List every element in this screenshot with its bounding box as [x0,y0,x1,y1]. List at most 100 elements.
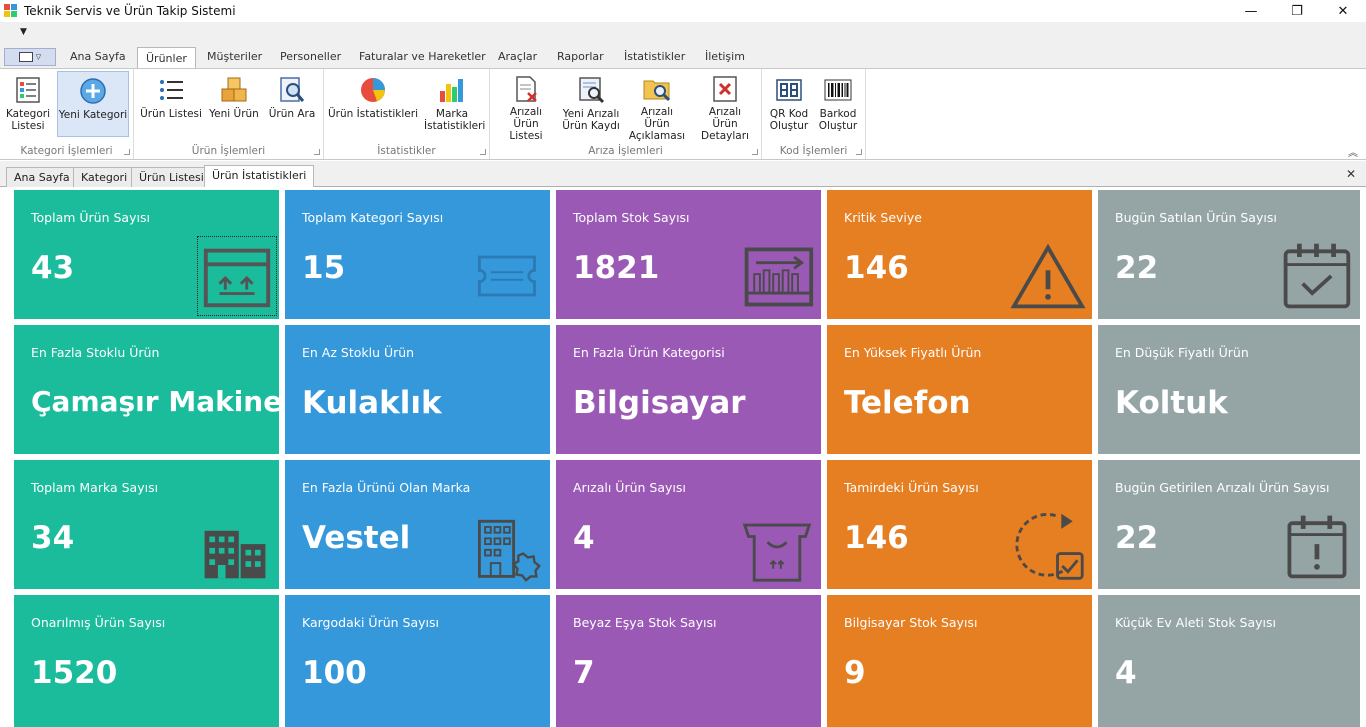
tile-value: 7 [573,655,595,691]
application-menu-button[interactable]: ▽ [4,48,56,66]
tile-toplam-kategori[interactable]: Toplam Kategori Sayısı 15 [285,190,550,319]
dialog-launcher-icon[interactable] [856,149,862,155]
tile-tamirdeki-urun[interactable]: Tamirdeki Ürün Sayısı 146 [827,460,1092,589]
tile-kritik-seviye[interactable]: Kritik Seviye 146 [827,190,1092,319]
doc-tab-ana-sayfa[interactable]: Ana Sayfa [6,167,78,187]
tile-value: Telefon [844,385,971,421]
urun-ara-button[interactable]: Ürün Ara [264,71,320,137]
dialog-launcher-icon[interactable] [480,149,486,155]
tile-toplam-marka[interactable]: Toplam Marka Sayısı 34 [14,460,279,589]
tile-bugun-getirilen[interactable]: Bugün Getirilen Arızalı Ürün Sayısı 22 [1098,460,1360,589]
folder-search-icon [641,74,673,104]
box-icon [197,236,277,316]
qr-kod-olustur-label: QR Kod Oluştur [769,108,809,132]
ticket-icon [466,238,546,314]
tile-value: Koltuk [1115,385,1228,421]
tile-label: Bilgisayar Stok Sayısı [844,615,978,630]
pie-chart-icon [357,74,389,106]
window-title: Teknik Servis ve Ürün Takip Sistemi [24,4,236,18]
maximize-button[interactable]: ❐ [1274,0,1320,22]
tile-label: En Fazla Ürün Kategorisi [573,345,725,360]
yeni-kategori-button[interactable]: Yeni Kategori [57,71,129,137]
tile-value: Çamaşır Makinesi [31,385,279,418]
tile-en-fazla-marka[interactable]: En Fazla Ürünü Olan Marka Vestel [285,460,550,589]
group-istatistikler: Ürün İstatistikleri Marka İstatistikleri… [324,69,490,159]
tile-label: En Yüksek Fiyatlı Ürün [844,345,982,360]
urun-istatistikleri-label: Ürün İstatistikleri [328,108,418,120]
tile-label: Onarılmış Ürün Sayısı [31,615,166,630]
ribbon-tab-strip: ▽ Ana Sayfa Ürünler Müşteriler Personell… [0,44,1366,69]
barkod-olustur-button[interactable]: Barkod Oluştur [816,71,860,137]
tile-value: 15 [302,250,346,286]
statistics-tiles: Toplam Ürün Sayısı 43 Toplam Kategori Sa… [0,187,1366,727]
kategori-listesi-label: Kategori Listesi [5,108,51,132]
group-kategori-islemleri: Kategori Listesi Yeni Kategori Kategori … [0,69,134,159]
tile-en-dusuk-fiyat[interactable]: En Düşük Fiyatlı Ürün Koltuk [1098,325,1360,454]
qr-code-icon [773,74,805,106]
doc-tab-kategori[interactable]: Kategori [73,167,136,187]
dialog-launcher-icon[interactable] [124,149,130,155]
tile-arizali-urun[interactable]: Arızalı Ürün Sayısı 4 [556,460,821,589]
minimize-button[interactable]: — [1228,0,1274,22]
tab-faturalar[interactable]: Faturalar ve Hareketler [359,50,486,63]
tile-value: Vestel [302,520,411,556]
dialog-launcher-icon[interactable] [314,149,320,155]
tile-onarilmis-urun[interactable]: Onarılmış Ürün Sayısı 1520 [14,595,279,727]
tab-musteriler[interactable]: Müşteriler [207,50,262,63]
tile-toplam-stok[interactable]: Toplam Stok Sayısı 1821 [556,190,821,319]
close-tab-icon[interactable]: ✕ [1346,167,1356,181]
group-urun-islemleri: Ürün Listesi Yeni Ürün Ürün Ara Ürün İşl… [134,69,324,159]
tab-raporlar[interactable]: Raporlar [557,50,604,63]
tile-en-fazla-stoklu[interactable]: En Fazla Stoklu Ürün Çamaşır Makinesi [14,325,279,454]
tile-toplam-urun[interactable]: Toplam Ürün Sayısı 43 [14,190,279,319]
doc-tab-urun-listesi[interactable]: Ürün Listesi [131,167,212,187]
category-list-icon [12,74,44,106]
urun-listesi-button[interactable]: Ürün Listesi [140,71,202,137]
arizali-urun-detaylari-button[interactable]: Arızalı Ürün Detayları [694,71,756,142]
quick-access-toolbar: ▼ [0,22,1366,44]
tile-value: Bilgisayar [573,385,746,421]
tile-bugun-satilan[interactable]: Bugün Satılan Ürün Sayısı 22 [1098,190,1360,319]
arizali-urun-listesi-label: Arızalı Ürün Listesi [509,106,543,142]
yeni-kategori-label: Yeni Kategori [58,109,128,121]
dialog-launcher-icon[interactable] [752,149,758,155]
group-label: Kod İşlemleri [779,145,848,157]
tile-beyaz-esya-stok[interactable]: Beyaz Eşya Stok Sayısı 7 [556,595,821,727]
tile-en-az-stoklu[interactable]: En Az Stoklu Ürün Kulaklık [285,325,550,454]
tile-label: En Fazla Ürünü Olan Marka [302,480,471,495]
tile-bilgisayar-stok[interactable]: Bilgisayar Stok Sayısı 9 [827,595,1092,727]
yeni-urun-button[interactable]: Yeni Ürün [206,71,262,137]
arizali-urun-aciklamasi-button[interactable]: Arızalı Ürün Açıklaması [626,71,688,142]
tile-en-yuksek-fiyat[interactable]: En Yüksek Fiyatlı Ürün Telefon [827,325,1092,454]
qr-kod-olustur-button[interactable]: QR Kod Oluştur [767,71,811,137]
customize-toolbar-icon[interactable]: ▼ [20,27,27,37]
barcode-icon [822,74,854,106]
barkod-olustur-label: Barkod Oluştur [818,108,858,132]
tab-personeller[interactable]: Personeller [280,50,341,63]
tab-urunler[interactable]: Ürünler [137,47,196,69]
doc-tab-urun-istatistikleri[interactable]: Ürün İstatistikleri [204,165,315,188]
tile-label: Bugün Satılan Ürün Sayısı [1115,210,1277,225]
tab-istatistikler[interactable]: İstatistikler [624,50,685,63]
tile-value: 34 [31,520,75,556]
urun-ara-label: Ürün Ara [268,108,316,120]
faulty-list-icon [510,74,542,104]
tile-value: 22 [1115,520,1159,556]
close-window-button[interactable]: ✕ [1320,0,1366,22]
tile-label: Bugün Getirilen Arızalı Ürün Sayısı [1115,480,1330,495]
marka-istatistikleri-button[interactable]: Marka İstatistikleri [422,71,485,137]
tab-iletisim[interactable]: İletişim [705,50,745,63]
collapse-ribbon-icon[interactable]: ︽ [1348,144,1358,159]
repair-tool-icon [575,74,607,106]
tile-en-fazla-kategori[interactable]: En Fazla Ürün Kategorisi Bilgisayar [556,325,821,454]
arizali-urun-listesi-button[interactable]: Arızalı Ürün Listesi [496,71,556,142]
tile-kucuk-ev-aleti-stok[interactable]: Küçük Ev Aleti Stok Sayısı 4 [1098,595,1360,727]
tab-ana-sayfa[interactable]: Ana Sayfa [70,50,126,63]
tab-araclar[interactable]: Araçlar [498,50,537,63]
urun-istatistikleri-button[interactable]: Ürün İstatistikleri [328,71,418,137]
tile-value: 1821 [573,250,660,286]
document-tab-strip: Ana Sayfa Kategori Ürün Listesi Ürün İst… [0,161,1366,188]
kategori-listesi-button[interactable]: Kategori Listesi [2,71,54,137]
tile-kargodaki-urun[interactable]: Kargodaki Ürün Sayısı 100 [285,595,550,727]
yeni-arizali-urun-kaydi-button[interactable]: Yeni Arızalı Ürün Kaydı [560,71,622,137]
